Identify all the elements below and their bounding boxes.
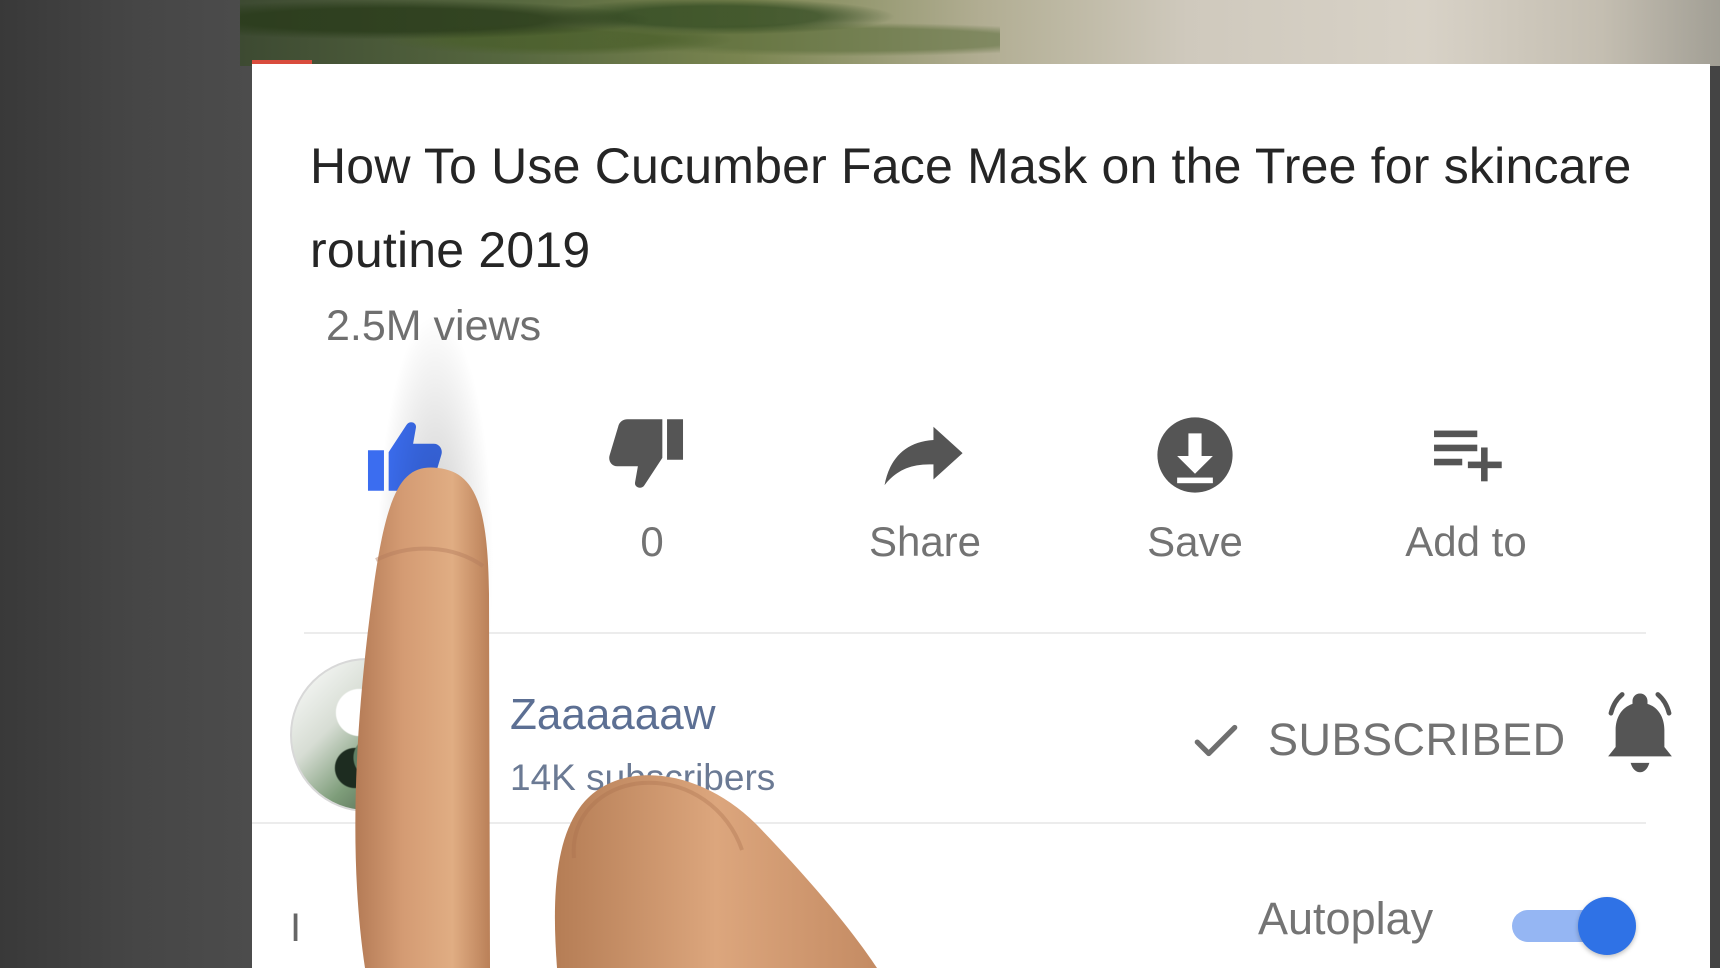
save-label: Save	[1147, 518, 1243, 565]
like-button[interactable]	[294, 408, 504, 558]
channel-divider	[252, 822, 1646, 824]
dislike-button[interactable]: 0	[547, 408, 757, 565]
dislike-count-label: 0	[640, 518, 664, 565]
share-label: Share	[868, 518, 982, 565]
channel-avatar[interactable]	[290, 658, 444, 812]
up-next-label-fragment: I	[290, 906, 302, 950]
download-icon	[1157, 417, 1233, 493]
mobile-video-screen: How To Use Cucumber Face Mask on the Tre…	[0, 0, 1720, 968]
bell-icon[interactable]	[1602, 686, 1678, 776]
left-dark-margin	[0, 0, 252, 968]
channel-subscriber-count: 14K subscribers	[510, 757, 776, 798]
video-info-panel: How To Use Cucumber Face Mask on the Tre…	[252, 64, 1710, 968]
video-action-bar: 0 Share Save Add to	[294, 408, 1694, 565]
thumbs-up-icon	[367, 422, 442, 491]
right-dark-margin	[1710, 0, 1720, 968]
video-player-preview[interactable]	[240, 0, 1720, 66]
share-arrow-icon	[884, 426, 963, 486]
share-button[interactable]: Share	[820, 408, 1030, 565]
add-to-button[interactable]: Add to	[1361, 408, 1571, 565]
autoplay-toggle[interactable]	[1512, 896, 1646, 955]
tree-foliage-preview	[240, 0, 1000, 66]
thumbs-down-icon	[609, 419, 684, 488]
add-to-label: Add to	[1405, 518, 1527, 565]
autoplay-label: Autoplay	[1258, 893, 1434, 944]
autoplay-toggle-knob	[1578, 897, 1636, 955]
video-view-count: 2.5M views	[326, 302, 542, 350]
channel-row: Zaaaaaaw 14K subscribers SUBSCRIBED	[290, 658, 1675, 838]
video-title: How To Use Cucumber Face Mask on the Tre…	[310, 138, 1632, 278]
save-button[interactable]: Save	[1090, 408, 1300, 565]
playlist-add-icon	[1434, 430, 1502, 482]
channel-name[interactable]: Zaaaaaaw	[510, 688, 715, 742]
subscribed-label: SUBSCRIBED	[1268, 714, 1566, 765]
actions-divider	[304, 632, 1646, 634]
subscribed-button[interactable]: SUBSCRIBED	[1190, 698, 1566, 782]
check-icon	[1194, 724, 1238, 757]
